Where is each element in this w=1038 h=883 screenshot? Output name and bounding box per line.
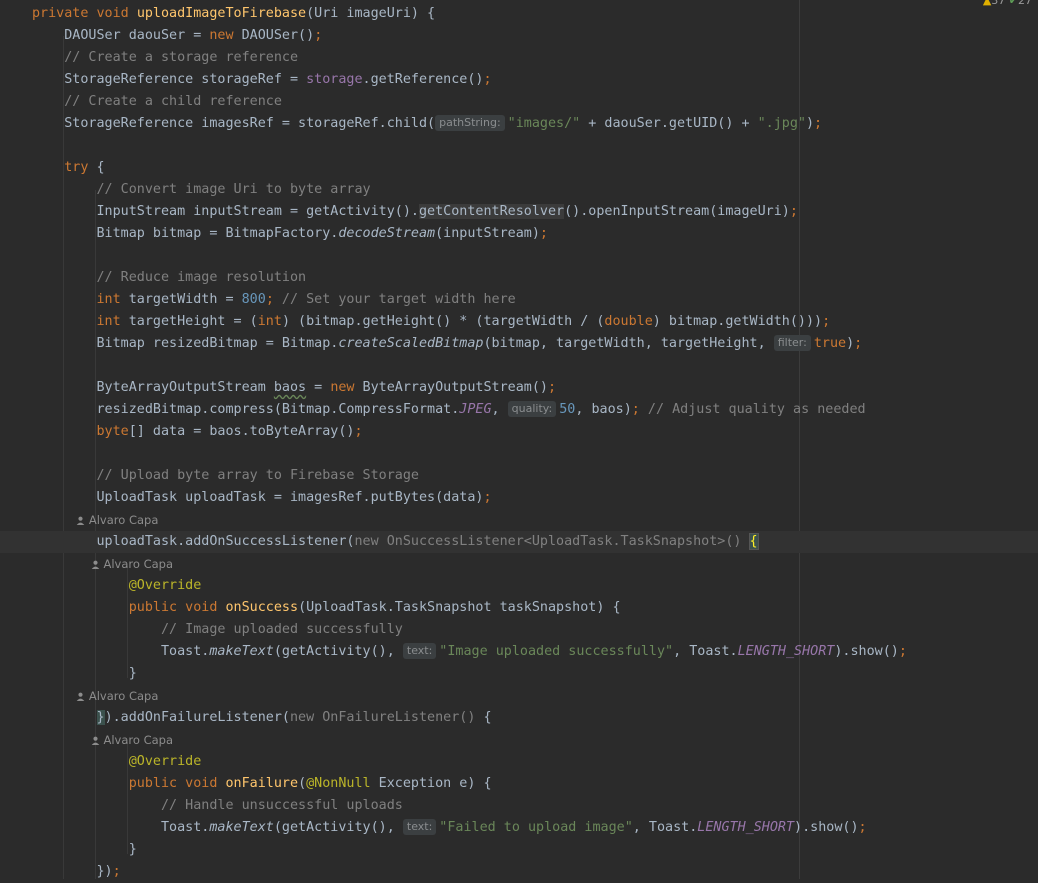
code-line: // Create a child reference (64, 94, 282, 109)
code-line: public void onSuccess(UploadTask.TaskSna… (128, 600, 621, 615)
code-line: UploadTask uploadTask = imagesRef.putByt… (96, 490, 492, 505)
code-line: }); (96, 864, 121, 879)
author-hint[interactable]: Alvaro Capa (32, 685, 1038, 707)
code-line: } (128, 666, 137, 681)
matched-brace: { (748, 533, 759, 550)
code-line: // Reduce image resolution (96, 270, 307, 285)
code-line: int targetWidth = 800; // Set your targe… (96, 292, 516, 307)
code-line: } (128, 842, 137, 857)
code-line: byte[] data = baos.toByteArray(); (96, 424, 363, 439)
code-line: int targetHeight = (int) (bitmap.getHeig… (96, 314, 831, 329)
parameter-hint: pathString: (435, 115, 505, 131)
code-line: }).addOnFailureListener(new OnFailureLis… (96, 710, 492, 725)
code-line: try { (64, 160, 105, 175)
parameter-hint: text: (402, 819, 437, 835)
code-line: Toast.makeText(getActivity(), text: "Imag… (161, 643, 907, 659)
matched-brace: } (96, 710, 105, 725)
code-line: StorageReference storageRef = storage.ge… (64, 72, 492, 87)
parameter-hint: quality: (507, 401, 557, 417)
code-line: @Override (128, 578, 202, 593)
person-icon (91, 560, 99, 569)
code-line: StorageReference imagesRef = storageRef.… (64, 115, 823, 131)
person-icon (76, 516, 85, 525)
code-line: Bitmap bitmap = BitmapFactory.decodeStre… (96, 226, 548, 241)
code-line-current: uploadTask.addOnSuccessListener(new OnSu… (0, 531, 1038, 553)
parameter-hint: filter: (773, 335, 811, 351)
code-line: private void uploadImageToFirebase(Uri i… (32, 6, 436, 21)
code-line: @Override (128, 754, 202, 769)
code-line: Toast.makeText(getActivity(), text: "Fail… (161, 819, 867, 835)
code-line: DAOUSer daouSer = new DAOUSer(); (64, 28, 323, 43)
code-line: resizedBitmap.compress(Bitmap.CompressFo… (96, 401, 866, 417)
author-hint[interactable]: Alvaro Capa (32, 509, 1038, 531)
editor-gutter (0, 0, 26, 879)
person-icon (91, 736, 99, 745)
author-hint[interactable]: Alvaro Capa (32, 553, 1038, 575)
code-line: // Convert image Uri to byte array (96, 182, 371, 197)
parameter-hint: text: (402, 643, 437, 659)
code-line: // Handle unsuccessful uploads (161, 798, 403, 813)
code-line: ByteArrayOutputStream baos = new ByteArr… (96, 380, 557, 395)
code-line: // Create a storage reference (64, 50, 299, 65)
code-editor[interactable]: private void uploadImageToFirebase(Uri i… (0, 3, 1038, 883)
code-line: // Image uploaded successfully (161, 622, 403, 637)
code-line: // Upload byte array to Firebase Storage (96, 468, 419, 483)
person-icon (76, 692, 85, 701)
code-line: public void onFailure(@NonNull Exception… (128, 776, 492, 791)
code-line: Bitmap resizedBitmap = Bitmap.createScal… (96, 335, 863, 351)
author-hint[interactable]: Alvaro Capa (32, 729, 1038, 751)
code-line: InputStream inputStream = getActivity().… (96, 204, 798, 219)
